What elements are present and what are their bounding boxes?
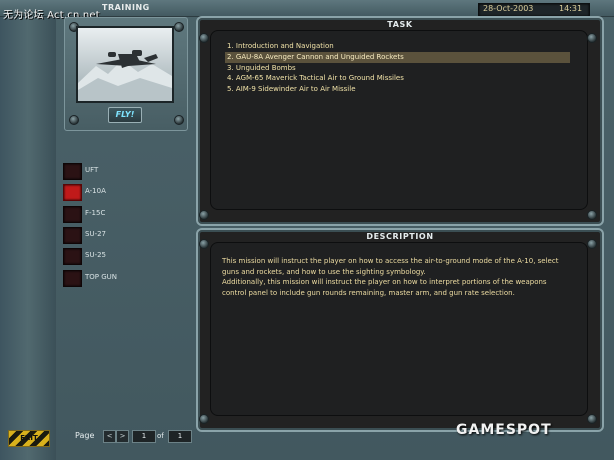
task-item[interactable]: 1. Introduction and Navigation	[225, 41, 570, 52]
current-page-field[interactable]: 1	[132, 430, 156, 443]
task-item[interactable]: 3. Unguided Bombs	[225, 63, 570, 74]
aircraft-option-su27[interactable]: SU-27	[63, 227, 183, 244]
description-text: This mission will instruct the player on…	[222, 257, 559, 297]
page-next-button[interactable]: >	[116, 430, 129, 443]
total-pages-field: 1	[168, 430, 192, 443]
screw-icon	[199, 239, 209, 249]
aircraft-label: F-15C	[85, 209, 106, 217]
aircraft-select-box[interactable]	[63, 270, 82, 287]
page-label: Page	[75, 431, 95, 440]
task-item[interactable]: 5. AIM-9 Sidewinder Air to Air Missile	[225, 84, 570, 95]
aircraft-select-box[interactable]	[63, 206, 82, 223]
aircraft-option-a10a[interactable]: A-10A	[63, 184, 183, 201]
aircraft-label: TOP GUN	[85, 273, 118, 281]
aircraft-label: SU-25	[85, 251, 106, 259]
screw-icon	[174, 22, 184, 32]
a10-aircraft-icon	[78, 28, 172, 101]
screw-icon	[174, 115, 184, 125]
gamespot-watermark: GAMESPOT	[456, 422, 552, 438]
aircraft-select-box[interactable]	[63, 227, 82, 244]
aircraft-label: A-10A	[85, 187, 106, 195]
task-item[interactable]: 4. AGM-65 Maverick Tactical Air to Groun…	[225, 73, 570, 84]
aircraft-label: SU-27	[85, 230, 106, 238]
left-rail	[0, 0, 57, 460]
task-list: 1. Introduction and Navigation 2. GAU-8A…	[225, 41, 570, 95]
screw-icon	[199, 210, 209, 220]
screw-icon	[199, 414, 209, 424]
screw-icon	[587, 33, 597, 43]
aircraft-label: UFT	[85, 166, 99, 174]
aircraft-preview-image	[76, 26, 174, 103]
screw-icon	[587, 239, 597, 249]
aircraft-option-su25[interactable]: SU-25	[63, 248, 183, 265]
page-title: TRAINING	[102, 3, 150, 12]
fly-button[interactable]: FLY!	[108, 107, 142, 123]
aircraft-select-box[interactable]	[63, 163, 82, 180]
screw-icon	[199, 33, 209, 43]
page-prev-button[interactable]: <	[103, 430, 116, 443]
page-of-label: of	[157, 432, 164, 440]
aircraft-option-f15c[interactable]: F-15C	[63, 206, 183, 223]
screw-icon	[587, 210, 597, 220]
clock-time: 14:31	[559, 4, 583, 13]
screw-icon	[587, 414, 597, 424]
aircraft-select-box[interactable]	[63, 184, 82, 201]
aircraft-select-box[interactable]	[63, 248, 82, 265]
exit-button[interactable]: EXIT	[8, 430, 50, 447]
screw-icon	[69, 115, 79, 125]
clock-date: 28-Oct-2003	[483, 4, 534, 13]
aircraft-option-top-gun[interactable]: TOP GUN	[63, 270, 183, 287]
aircraft-option-uft[interactable]: UFT	[63, 163, 183, 180]
task-item-selected[interactable]: 2. GAU-8A Avenger Cannon and Unguided Ro…	[225, 51, 570, 63]
